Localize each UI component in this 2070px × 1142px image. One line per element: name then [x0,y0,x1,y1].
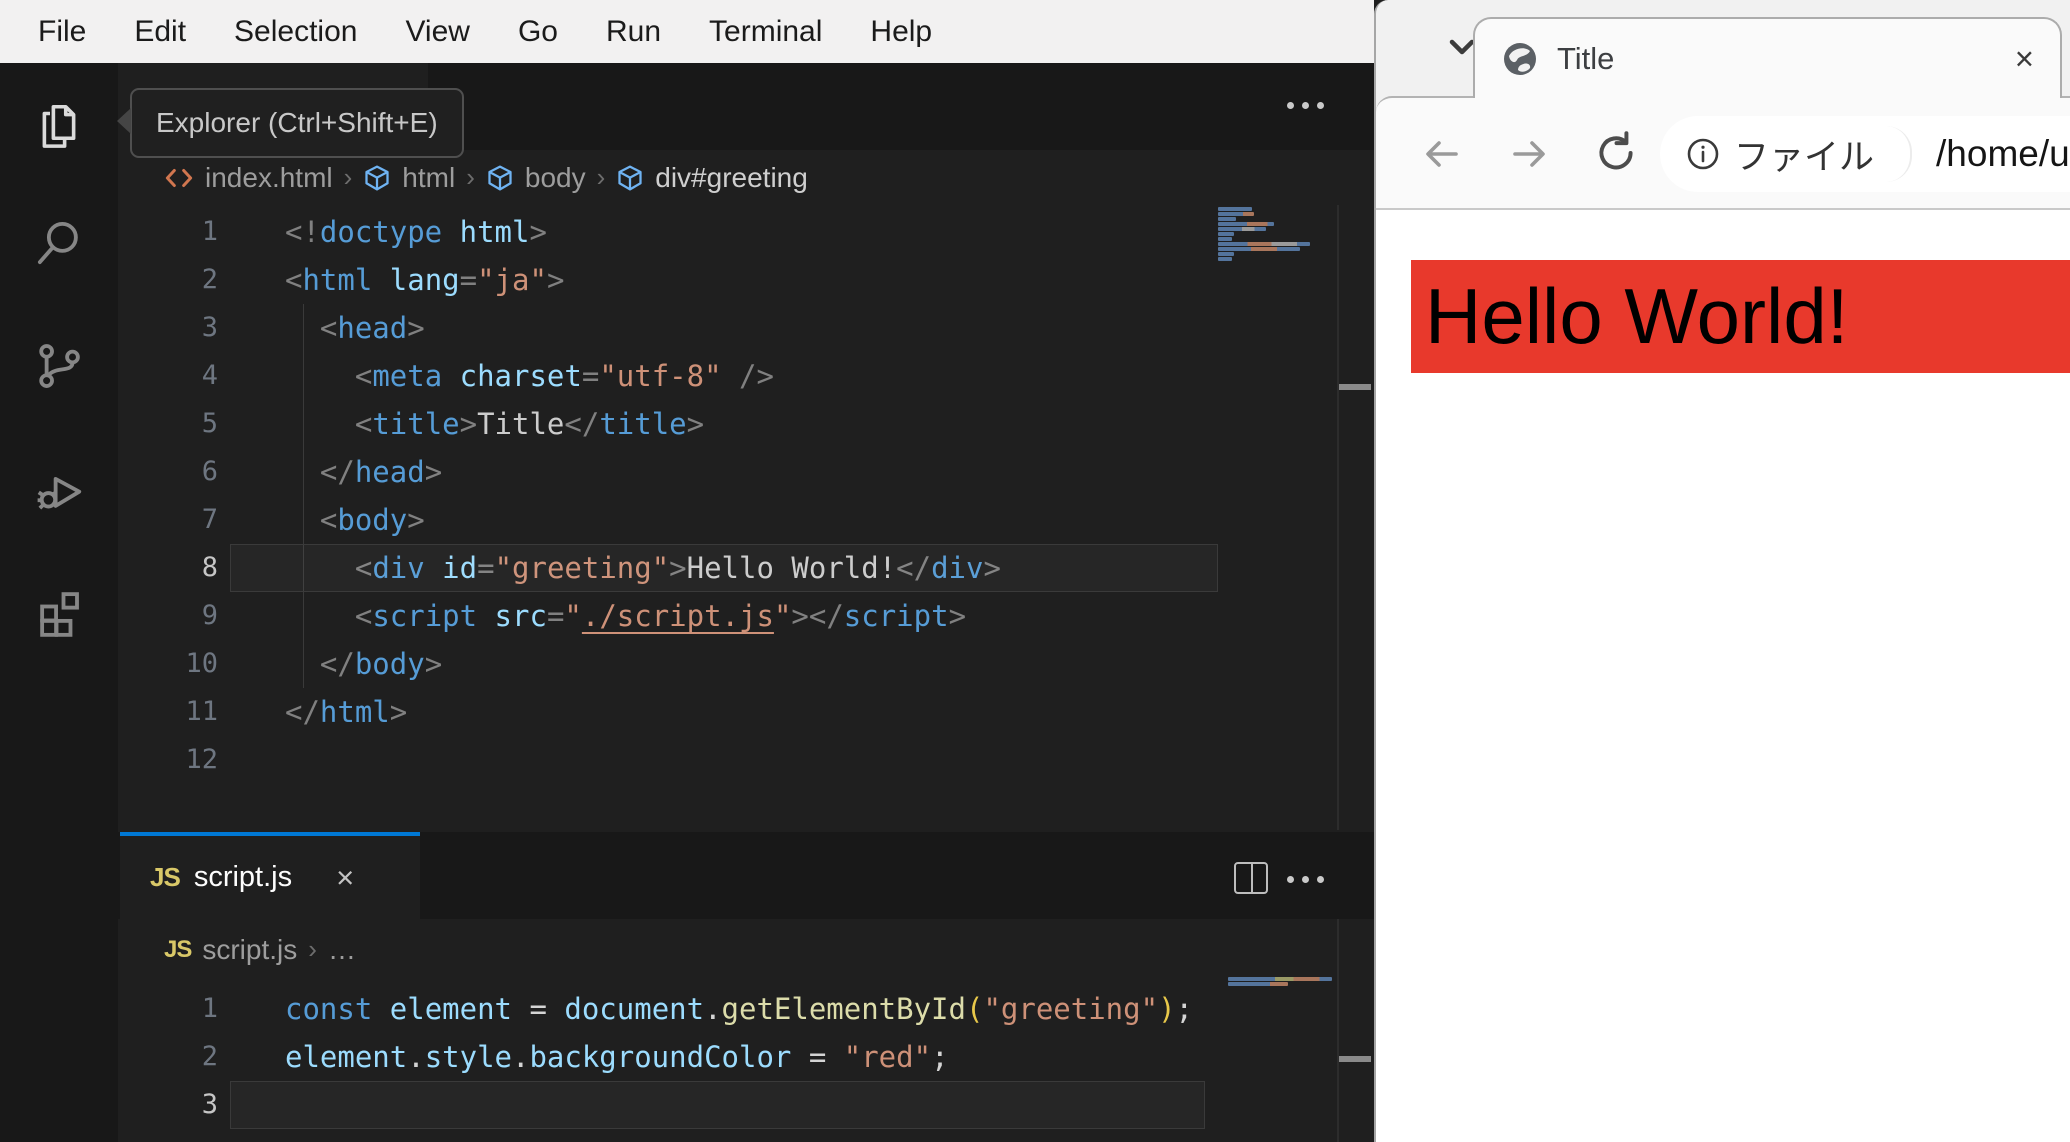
breadcrumb-html[interactable]: html [402,162,455,194]
info-icon[interactable] [1686,137,1720,171]
explorer-icon[interactable] [31,99,87,155]
browser-tab-title: Title [1557,40,1615,76]
line-number: 8 [201,552,218,583]
code-icon [165,168,193,187]
menu-help[interactable]: Help [846,15,956,49]
editor-actions-ellipsis-icon[interactable] [1287,876,1324,883]
code-line[interactable]: 1 const element = document.getElementById… [118,985,1337,1033]
code-line[interactable]: 2 <html lang="ja"> [118,256,1337,304]
extensions-icon[interactable] [31,583,87,639]
breadcrumb-separator: › [308,934,317,964]
line-number: 3 [201,312,218,343]
line-number: 5 [201,408,218,439]
url-text[interactable]: /home/u [1936,133,2070,175]
source-control-icon[interactable] [31,338,87,394]
greeting-div: Hello World! [1411,260,2070,373]
code-line[interactable]: 2 element.style.backgroundColor = "red"; [118,1033,1337,1081]
browser-tab-close-icon[interactable]: × [2015,40,2034,78]
line-number: 9 [201,600,218,631]
browser-window: Title × ファイル /home/u Hello World! [1374,0,2070,1142]
js-file-icon: JS [150,862,181,892]
js-file-icon: JS [164,935,192,963]
breadcrumb-separator: › [466,162,475,192]
scrollbar-track [1337,919,1339,1142]
line-number: 4 [201,360,218,391]
menu-selection[interactable]: Selection [210,15,381,49]
split-editor-icon[interactable] [1234,862,1268,894]
explorer-tooltip: Explorer (Ctrl+Shift+E) [130,88,464,158]
forward-icon[interactable] [1505,130,1553,178]
back-icon[interactable] [1418,130,1466,178]
line-number: 12 [185,744,218,775]
symbol-cube-icon [618,164,642,191]
menu-file[interactable]: File [14,15,110,49]
code-line[interactable]: 5 <title>Title</title> [118,400,1337,448]
breadcrumb-body[interactable]: body [525,162,586,194]
breadcrumb-separator: › [343,162,353,192]
symbol-cube-icon [365,164,389,191]
breadcrumb-file[interactable]: script.js [202,934,297,966]
line-number: 11 [185,696,218,727]
code-line[interactable]: 9 <script src="./script.js"></script> [118,592,1337,640]
scrollbar-track [1337,205,1339,830]
breadcrumb: index.html › html › body › div#greeting [118,150,1374,205]
scrollbar-thumb[interactable] [1339,1056,1371,1062]
minimap-bottom[interactable] [1228,977,1332,986]
line-number: 1 [201,993,218,1024]
file-scheme-chip[interactable]: ファイル [1734,129,1874,180]
menu-bar: File Edit Selection View Go Run Terminal… [0,0,1374,63]
code-line[interactable]: 8 <div id="greeting">Hello World!</div> [118,544,1337,592]
code-line[interactable]: 1 <!doctype html> [118,208,1337,256]
browser-tab[interactable]: Title × [1473,17,2062,98]
menu-edit[interactable]: Edit [110,15,210,49]
editor-actions-ellipsis-icon[interactable] [1287,102,1324,109]
menu-run[interactable]: Run [582,15,685,49]
code-line[interactable]: 7 <body> [118,496,1337,544]
reload-icon[interactable] [1591,128,1641,178]
browser-toolbar: ファイル /home/u [1376,96,2070,210]
menu-terminal[interactable]: Terminal [685,15,846,49]
globe-favicon-icon [1504,42,1536,75]
breadcrumb-bottom: JS script.js › … [118,919,1374,980]
breadcrumb-div-greeting[interactable]: div#greeting [655,162,808,194]
code-line[interactable]: 12 [118,736,1337,784]
code-line[interactable]: 10 </body> [118,640,1337,688]
tab-script-js[interactable]: JS script.js × [120,832,420,919]
menu-go[interactable]: Go [494,15,582,49]
editor-script-js[interactable]: 1 const element = document.getElementById… [118,980,1337,1142]
line-number: 3 [201,1089,218,1120]
search-icon[interactable] [31,215,87,271]
tab-label: script.js [193,861,293,893]
breadcrumb-more[interactable]: … [328,934,356,966]
menu-view[interactable]: View [381,15,493,49]
screen: File Edit Selection View Go Run Terminal… [0,0,2070,1142]
code-line[interactable]: 11 </html> [118,688,1337,736]
line-number: 6 [201,456,218,487]
line-number: 2 [201,264,218,295]
minimap[interactable] [1218,207,1310,261]
line-number: 7 [201,504,218,535]
code-line[interactable]: 6 </head> [118,448,1337,496]
tab-close-icon[interactable]: × [336,860,354,896]
code-line[interactable]: 3 [118,1081,1337,1129]
tooltip-arrow [117,108,131,134]
symbol-cube-icon [488,164,512,191]
scrollbar-thumb[interactable] [1339,384,1371,390]
run-debug-icon[interactable] [31,461,87,517]
browser-viewport: Hello World! [1376,210,2070,1142]
activity-bar [0,63,118,1142]
line-number: 1 [201,216,218,247]
code-line[interactable]: 4 <meta charset="utf-8" /> [118,352,1337,400]
address-bar[interactable]: ファイル /home/u [1660,116,2070,192]
chip-divider [1884,126,1913,182]
breadcrumb-separator: › [596,162,606,192]
breadcrumb-file[interactable]: index.html [205,162,333,194]
line-number: 2 [201,1041,218,1072]
line-number: 10 [185,648,218,679]
editor-index-html[interactable]: 1 <!doctype html> 2 <html lang="ja"> 3 <head… [118,205,1337,830]
code-line[interactable]: 3 <head> [118,304,1337,352]
